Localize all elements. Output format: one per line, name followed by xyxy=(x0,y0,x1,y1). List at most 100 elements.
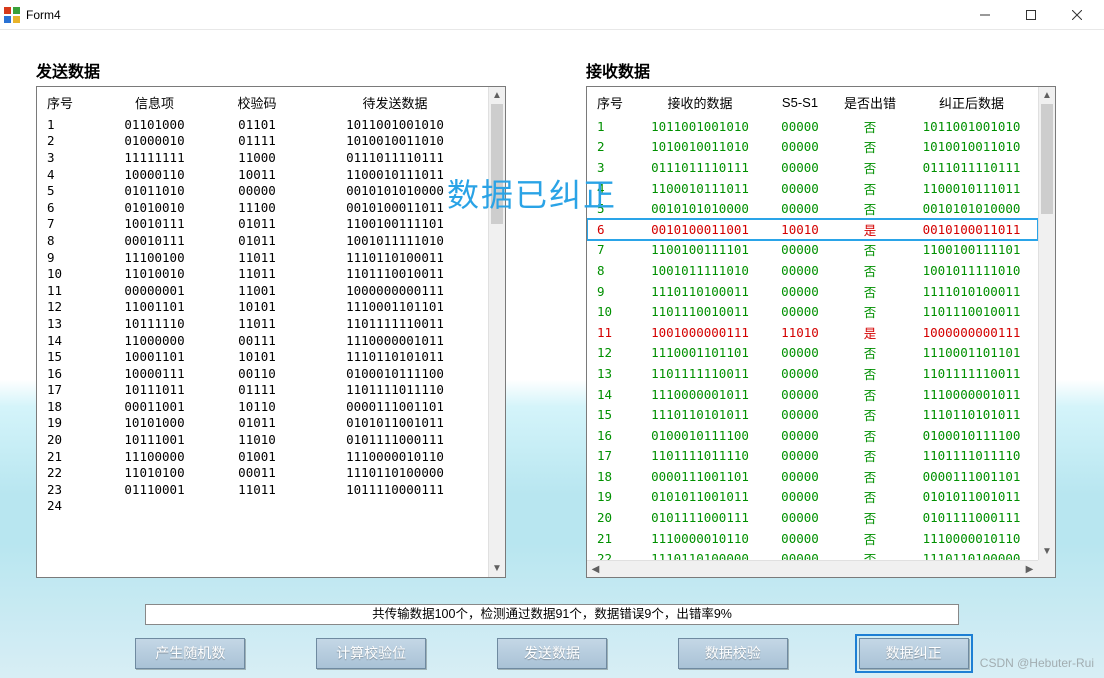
table-row[interactable]: 9111011010001100000否1111010100011 xyxy=(587,281,1038,302)
cell: 否 xyxy=(835,446,905,467)
table-row[interactable]: 101101000011011011001001010 xyxy=(37,116,488,133)
recv-vertical-scrollbar[interactable]: ▲ ▼ xyxy=(1038,87,1055,560)
table-row[interactable]: 7110010011110100000否1100100111101 xyxy=(587,240,1038,261)
table-row[interactable]: 2111100000010011110000010110 xyxy=(37,448,488,465)
send-data-button[interactable]: 发送数据 xyxy=(497,638,607,669)
cell: 00000 xyxy=(765,137,835,158)
cell: 17 xyxy=(37,382,97,399)
table-row[interactable]: 201000010011111010010011010 xyxy=(37,133,488,150)
table-row[interactable]: 1510001101101011110110101011 xyxy=(37,348,488,365)
send-col-header: 待发送数据 xyxy=(302,91,488,116)
table-row[interactable]: 1610000111001100100010111100 xyxy=(37,365,488,382)
table-row[interactable]: 19010101100101100000否0101011001011 xyxy=(587,487,1038,508)
table-row[interactable]: 13110111111001100000否1101111110011 xyxy=(587,363,1038,384)
cell: 否 xyxy=(835,528,905,549)
cell: 21 xyxy=(587,528,635,549)
cell: 00000 xyxy=(765,157,835,178)
cell: 11010100 xyxy=(97,464,212,481)
cell: 00000 xyxy=(765,466,835,487)
scroll-down-icon[interactable]: ▼ xyxy=(489,560,505,577)
table-row[interactable]: 2301110001110111011110000111 xyxy=(37,481,488,498)
table-row[interactable]: 12111000110110100000否1110001101101 xyxy=(587,343,1038,364)
table-row[interactable]: 1310111110110111101111110011 xyxy=(37,315,488,332)
cell: 1110000010110 xyxy=(635,528,765,549)
table-row[interactable]: 21111000001011000000否1110000010110 xyxy=(587,528,1038,549)
cell: 8 xyxy=(587,260,635,281)
send-listbox[interactable]: 序号信息项校验码待发送数据 10110100001101101100100101… xyxy=(36,86,506,578)
table-row[interactable]: 710010111010111100100111101 xyxy=(37,216,488,233)
scrollbar-thumb[interactable] xyxy=(491,104,503,224)
cell: 否 xyxy=(835,548,905,560)
scroll-up-icon[interactable]: ▲ xyxy=(489,87,505,104)
cell: 23 xyxy=(37,481,97,498)
cell: 18 xyxy=(587,466,635,487)
cell: 11001 xyxy=(212,282,302,299)
table-row[interactable]: 15111011010101100000否1110110101011 xyxy=(587,404,1038,425)
content-area: 发送数据 序号信息项校验码待发送数据 101101000011011011001… xyxy=(0,30,1104,678)
table-row[interactable]: 501011010000000010101010000 xyxy=(37,182,488,199)
table-row[interactable]: 16010001011110000000否0100010111100 xyxy=(587,425,1038,446)
table-row[interactable]: 5001010101000000000否0010101010000 xyxy=(587,198,1038,219)
cell xyxy=(97,498,212,515)
table-row[interactable]: 24 xyxy=(37,498,488,515)
scroll-left-icon[interactable]: ◀ xyxy=(587,561,604,577)
scroll-down-icon[interactable]: ▼ xyxy=(1039,543,1055,560)
cell: 1001011111010 xyxy=(302,232,488,249)
table-row[interactable]: 10110111001001100000否1101110010011 xyxy=(587,301,1038,322)
cell: 10011 xyxy=(212,166,302,183)
table-row[interactable]: 800010111010111001011111010 xyxy=(37,232,488,249)
cell: 1001011111010 xyxy=(635,260,765,281)
maximize-button[interactable] xyxy=(1008,0,1054,30)
scroll-up-icon[interactable]: ▲ xyxy=(1039,87,1055,104)
scrollbar-thumb[interactable] xyxy=(1041,104,1053,214)
verify-data-button[interactable]: 数据校验 xyxy=(678,638,788,669)
table-row[interactable]: 14111000000101100000否1110000001011 xyxy=(587,384,1038,405)
table-row[interactable]: 410000110100111100010111011 xyxy=(37,166,488,183)
scroll-right-icon[interactable]: ▶ xyxy=(1021,561,1038,577)
table-row[interactable]: 11100100000011111010是1000000000111 xyxy=(587,322,1038,343)
table-row[interactable]: 4110001011101100000否1100010111011 xyxy=(587,178,1038,199)
recv-listbox[interactable]: 序号接收的数据S5-S1是否出错纠正后数据 110110010010100000… xyxy=(586,86,1056,578)
table-row[interactable]: 311111111110000111011110111 xyxy=(37,149,488,166)
cell: 11 xyxy=(587,322,635,343)
cell: 0010100011011 xyxy=(905,219,1038,240)
cell: 1100010111011 xyxy=(302,166,488,183)
table-row[interactable]: 1101100100101000000否1011001001010 xyxy=(587,116,1038,137)
cell: 1100100111101 xyxy=(302,216,488,233)
table-row[interactable]: 17110111101111000000否1101111011110 xyxy=(587,446,1038,467)
gen-random-button[interactable]: 产生随机数 xyxy=(135,638,245,669)
table-row[interactable]: 3011101111011100000否0111011110111 xyxy=(587,157,1038,178)
table-row[interactable]: 22111011010000000000否1110110100000 xyxy=(587,548,1038,560)
cell: 0010101010000 xyxy=(635,198,765,219)
table-row[interactable]: 8100101111101000000否1001011111010 xyxy=(587,260,1038,281)
minimize-button[interactable] xyxy=(962,0,1008,30)
table-row[interactable]: 2101001001101000000否1010010011010 xyxy=(587,137,1038,158)
close-button[interactable] xyxy=(1054,0,1100,30)
table-row[interactable]: 2211010100000111110110100000 xyxy=(37,464,488,481)
cell: 11 xyxy=(37,282,97,299)
cell: 1010010011010 xyxy=(635,137,765,158)
table-row[interactable]: 1910101000010110101011001011 xyxy=(37,415,488,432)
correct-data-button[interactable]: 数据纠正 xyxy=(859,638,969,669)
send-vertical-scrollbar[interactable]: ▲ ▼ xyxy=(488,87,505,577)
table-row[interactable]: 1800011001101100000111001101 xyxy=(37,398,488,415)
recv-col-header: 序号 xyxy=(587,91,635,116)
table-row[interactable]: 1100000001110011000000000111 xyxy=(37,282,488,299)
calc-check-button[interactable]: 计算校验位 xyxy=(316,638,426,669)
table-row[interactable]: 1411000000001111110000001011 xyxy=(37,332,488,349)
table-row[interactable]: 2010111001110100101111000111 xyxy=(37,431,488,448)
table-row[interactable]: 6001010001100110010是0010100011011 xyxy=(587,219,1038,240)
table-row[interactable]: 18000011100110100000否0000111001101 xyxy=(587,466,1038,487)
cell: 19 xyxy=(37,415,97,432)
cell: 0111011110111 xyxy=(905,157,1038,178)
table-row[interactable]: 1211001101101011110001101101 xyxy=(37,299,488,316)
table-row[interactable]: 1011010010110111101110010011 xyxy=(37,265,488,282)
table-row[interactable]: 1710111011011111101111011110 xyxy=(37,382,488,399)
cell: 1101111110011 xyxy=(905,363,1038,384)
table-row[interactable]: 601010010111000010100011011 xyxy=(37,199,488,216)
table-row[interactable]: 911100100110111110110100011 xyxy=(37,249,488,266)
cell: 10000110 xyxy=(97,166,212,183)
cell: 1101110010011 xyxy=(905,301,1038,322)
recv-horizontal-scrollbar[interactable]: ◀ ▶ xyxy=(587,560,1038,577)
table-row[interactable]: 20010111100011100000否0101111000111 xyxy=(587,507,1038,528)
